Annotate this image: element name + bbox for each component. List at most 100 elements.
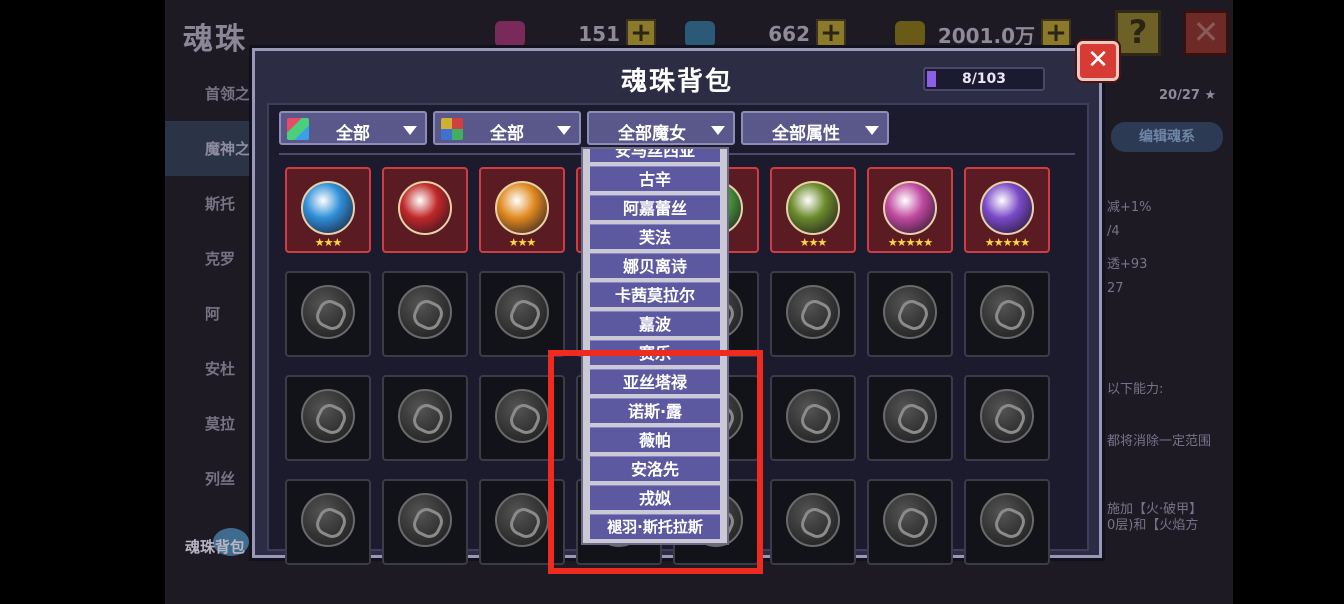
soul-orb-icon <box>786 389 840 443</box>
soul-orb-icon <box>301 389 355 443</box>
witch-option[interactable]: 阿嘉蕾丝 <box>590 195 720 220</box>
highlight-box <box>548 350 763 574</box>
screen-close-button[interactable]: ✕ <box>1183 10 1229 56</box>
add-diamonds-button[interactable]: + <box>816 19 846 49</box>
witch-option[interactable]: 卡茜莫拉尔 <box>590 282 720 307</box>
sidebar-item[interactable]: 安杜 <box>165 341 255 396</box>
stat-line: 27 <box>1107 281 1124 296</box>
stat-line: /4 <box>1107 224 1120 239</box>
empty-orb-slot[interactable] <box>770 479 856 565</box>
empty-orb-slot[interactable] <box>285 479 371 565</box>
capacity-bar: 8/103 <box>923 67 1045 91</box>
soul-orb-icon <box>883 285 937 339</box>
empty-orb-slot[interactable] <box>964 375 1050 461</box>
ability-line: 都将消除一定范围 <box>1107 434 1212 449</box>
ability-line: 0层)和【火焰方 <box>1107 518 1199 533</box>
soul-orb-slot[interactable]: ★★★ <box>479 167 565 253</box>
soul-orb-icon <box>980 285 1034 339</box>
soul-orb-icon <box>301 285 355 339</box>
soul-orb-icon <box>883 389 937 443</box>
soul-orb-icon <box>495 181 549 235</box>
empty-orb-slot[interactable] <box>964 479 1050 565</box>
stat-line: 透+93 <box>1107 257 1148 272</box>
sidebar-item[interactable]: 阿 <box>165 286 255 341</box>
filter-label: 全部 <box>490 124 524 144</box>
capacity-text: 8/103 <box>961 71 1007 87</box>
witch-option[interactable]: 安马丝西亚 <box>590 149 720 162</box>
empty-orb-slot[interactable] <box>479 271 565 357</box>
soul-orb-icon <box>301 493 355 547</box>
rainbow-element-icon <box>287 118 309 140</box>
soul-orb-icon <box>398 389 452 443</box>
soul-orb-icon <box>786 493 840 547</box>
soul-orb-icon <box>786 285 840 339</box>
sidebar-item[interactable]: 首领之 <box>165 66 255 121</box>
sidebar-item-selected[interactable]: 魔神之 <box>165 121 255 176</box>
soul-orb-slot[interactable]: ★★★★★ <box>964 167 1050 253</box>
filter-bar: 全部 全部 全部魔女 全部属性 <box>279 111 889 145</box>
soul-orb-slot[interactable]: ★★★ <box>285 167 371 253</box>
soul-orb-icon <box>301 181 355 235</box>
witch-option[interactable]: 娜贝离诗 <box>590 253 720 278</box>
empty-orb-slot[interactable] <box>382 271 468 357</box>
sidebar-item[interactable]: 列丝 <box>165 451 255 506</box>
filter-label: 全部属性 <box>772 124 840 144</box>
sidebar-item[interactable]: 斯托 <box>165 176 255 231</box>
empty-orb-slot[interactable] <box>770 375 856 461</box>
gold-chest-icon <box>895 21 925 47</box>
chevron-down-icon <box>403 126 417 135</box>
soul-orb-icon <box>786 181 840 235</box>
blue-diamond-icon <box>685 21 715 47</box>
soul-orb-icon <box>980 181 1034 235</box>
empty-orb-slot[interactable] <box>285 271 371 357</box>
quad-color-icon <box>441 118 463 140</box>
add-gems-button[interactable]: + <box>626 19 656 49</box>
filter-label: 全部 <box>336 124 370 144</box>
filter-label: 全部魔女 <box>618 124 686 144</box>
star-rating: ★★★★★ <box>984 236 1030 249</box>
stat-line: 减+1% <box>1107 200 1152 215</box>
soul-orb-icon <box>398 285 452 339</box>
empty-orb-slot[interactable] <box>867 271 953 357</box>
modal-close-button[interactable]: ✕ <box>1077 41 1119 81</box>
soul-orb-slot[interactable] <box>382 167 468 253</box>
edit-soul-system-button[interactable]: 编辑魂系 <box>1111 122 1223 152</box>
empty-orb-slot[interactable] <box>964 271 1050 357</box>
star-rating: ★★★ <box>508 236 537 249</box>
soul-orb-icon <box>980 493 1034 547</box>
soul-orb-slot[interactable]: ★★★ <box>770 167 856 253</box>
empty-orb-slot[interactable] <box>382 375 468 461</box>
chevron-down-icon <box>865 126 879 135</box>
right-info-panel: 20/27 ★ 编辑魂系 减+1% /4 透+93 27 以下能力: 都将消除一… <box>1101 78 1233 604</box>
empty-orb-slot[interactable] <box>867 479 953 565</box>
resource-diamonds: 662 + <box>685 18 846 50</box>
gem-count: 151 <box>578 22 620 46</box>
soul-orb-icon <box>883 493 937 547</box>
soul-orb-slot[interactable]: ★★★★★ <box>867 167 953 253</box>
gold-count: 2001.0万 <box>937 23 1035 48</box>
soul-orb-icon <box>495 389 549 443</box>
color-filter-dropdown[interactable]: 全部 <box>433 111 581 145</box>
witch-filter-dropdown[interactable]: 全部魔女 <box>587 111 735 145</box>
star-rating: ★★★ <box>314 236 343 249</box>
witch-option[interactable]: 嘉波 <box>590 311 720 336</box>
empty-orb-slot[interactable] <box>382 479 468 565</box>
soul-orb-icon <box>883 181 937 235</box>
resource-gems: 151 + <box>495 18 656 50</box>
empty-orb-slot[interactable] <box>285 375 371 461</box>
empty-orb-slot[interactable] <box>867 375 953 461</box>
soul-orb-icon <box>495 285 549 339</box>
collection-progress: 20/27 ★ <box>1159 88 1217 103</box>
chevron-down-icon <box>711 126 725 135</box>
help-button[interactable]: ? <box>1115 10 1161 56</box>
soul-bag-button[interactable]: 魂珠背包 <box>185 536 245 557</box>
witch-option[interactable]: 芙法 <box>590 224 720 249</box>
diamond-count: 662 <box>768 22 810 46</box>
empty-orb-slot[interactable] <box>770 271 856 357</box>
attribute-filter-dropdown[interactable]: 全部属性 <box>741 111 889 145</box>
add-gold-button[interactable]: + <box>1041 19 1071 49</box>
witch-option[interactable]: 古辛 <box>590 166 720 191</box>
sidebar-item[interactable]: 克罗 <box>165 231 255 286</box>
element-filter-dropdown[interactable]: 全部 <box>279 111 427 145</box>
sidebar-item[interactable]: 莫拉 <box>165 396 255 451</box>
